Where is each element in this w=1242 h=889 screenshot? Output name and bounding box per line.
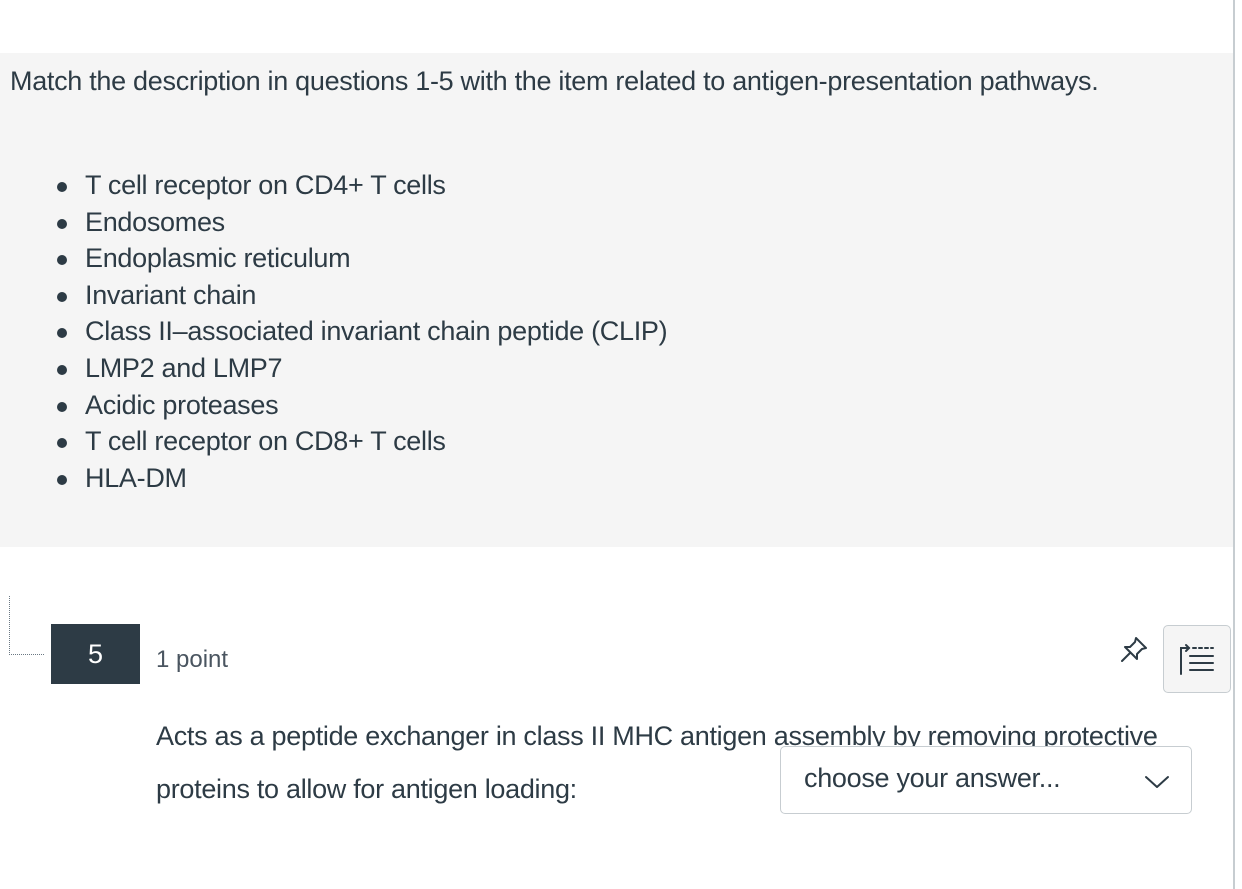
stimulus-panel: Match the description in questions 1-5 w…	[0, 53, 1233, 547]
list-item: LMP2 and LMP7	[37, 350, 667, 387]
question-points: 1 point	[156, 646, 229, 673]
bullet-icon	[57, 474, 67, 485]
stimulus-link-marker	[9, 596, 44, 655]
question-number-badge: 5	[51, 624, 140, 684]
page-right-border	[1233, 0, 1235, 889]
list-item: Endosomes	[37, 204, 667, 241]
chevron-down-icon	[1145, 776, 1169, 788]
list-item-text: T cell receptor on CD4+ T cells	[85, 170, 446, 200]
list-item: T cell receptor on CD8+ T cells	[37, 423, 667, 460]
bullet-icon	[57, 328, 67, 339]
stimulus-item-list: T cell receptor on CD4+ T cells Endosome…	[37, 167, 668, 497]
list-item: T cell receptor on CD4+ T cells	[37, 167, 667, 204]
bullet-icon	[57, 255, 67, 266]
list-item: HLA-DM	[37, 460, 667, 497]
list-item: Acidic proteases	[37, 387, 667, 424]
list-item-text: Endoplasmic reticulum	[85, 243, 351, 274]
list-item-text: Class II–associated invariant chain pept…	[85, 316, 668, 347]
bullet-icon	[57, 218, 67, 229]
list-item: Invariant chain	[37, 277, 667, 314]
list-item-text: Endosomes	[85, 206, 225, 237]
list-item-text: LMP2 and LMP7	[85, 352, 283, 383]
answer-select[interactable]: choose your answer...	[780, 746, 1192, 814]
bullet-icon	[57, 364, 67, 375]
bullet-icon	[57, 438, 67, 449]
list-item-text: HLA-DM	[85, 462, 187, 493]
bullet-icon	[57, 182, 67, 192]
answer-select-value: choose your answer...	[804, 763, 1061, 793]
bullet-icon	[57, 401, 67, 412]
list-indent-icon	[1180, 644, 1214, 675]
list-item: Endoplasmic reticulum	[37, 240, 667, 277]
question-outline-button[interactable]	[1163, 625, 1231, 693]
pin-icon[interactable]	[1117, 633, 1151, 667]
list-item-text: Acidic proteases	[85, 389, 279, 420]
list-item: Class II–associated invariant chain pept…	[37, 313, 668, 350]
list-item-text: T cell receptor on CD8+ T cells	[85, 426, 446, 457]
list-item-text: Invariant chain	[85, 279, 257, 310]
stimulus-intro: Match the description in questions 1-5 w…	[10, 66, 1099, 96]
bullet-icon	[57, 291, 67, 302]
